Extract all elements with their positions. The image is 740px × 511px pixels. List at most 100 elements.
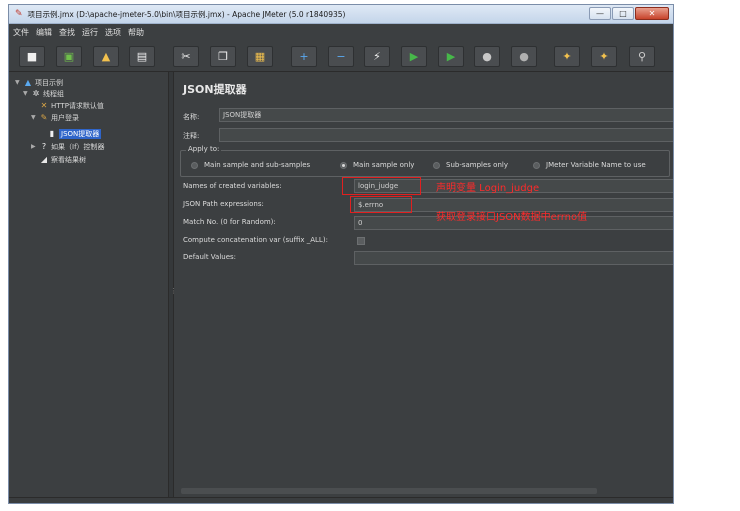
tree-node[interactable]: ▮ JSON提取器 xyxy=(39,128,102,139)
tree-node[interactable]: ▼ ✎ 用户登录 xyxy=(31,112,79,123)
tree-node[interactable]: ✕ HTTP请求默认值 xyxy=(31,100,104,111)
test-plan-icon: ▲ xyxy=(24,78,32,87)
extractor-icon: ▮ xyxy=(49,129,55,138)
tree-node-label: 用户登录 xyxy=(51,113,79,122)
paste-icon: ▦ xyxy=(254,50,266,63)
start-icon: ▶ xyxy=(409,50,419,63)
highlight-json-path xyxy=(350,196,412,213)
sampler-icon: ✎ xyxy=(40,113,48,122)
title-bar: ✎ 项目示例.jmx (D:\apache-jmeter-5.0\bin\项目示… xyxy=(9,5,673,24)
expanded-arrow-icon[interactable]: ▼ xyxy=(15,79,23,86)
start-button[interactable]: ▶ xyxy=(401,46,427,67)
json-extractor-panel: JSON提取器 名称: JSON提取器 注释: Apply to: Main s… xyxy=(174,72,673,503)
expanded-arrow-icon[interactable]: ▼ xyxy=(31,114,39,121)
tree-node-label: 如果（If）控制器 xyxy=(51,142,105,151)
shutdown-icon: ● xyxy=(519,50,529,63)
menu-file[interactable]: 文件 xyxy=(13,27,29,38)
radio-sub-only[interactable]: Sub-samples only xyxy=(433,161,508,169)
tree-node-label: JSON提取器 xyxy=(59,128,102,139)
copy-button[interactable]: ❐ xyxy=(210,46,236,67)
thread-group-icon: ✲ xyxy=(32,89,40,98)
templates-button[interactable]: ▣ xyxy=(56,46,82,67)
default-values-label: Default Values: xyxy=(183,253,237,261)
panel-title: JSON提取器 xyxy=(183,83,247,96)
var-names-label: Names of created variables: xyxy=(183,182,282,190)
jmeter-feather-icon: ✎ xyxy=(15,9,23,19)
tree-node-label: HTTP请求默认值 xyxy=(51,101,104,110)
maximize-button[interactable]: □ xyxy=(612,7,634,20)
default-values-field[interactable] xyxy=(354,251,673,265)
search-icon: ⚲ xyxy=(637,50,647,63)
start-no-pauses-button[interactable]: ▶ xyxy=(438,46,464,67)
expanded-arrow-icon[interactable]: ▼ xyxy=(23,90,31,97)
tree-node[interactable]: ▶? 如果（If）控制器 xyxy=(31,141,105,152)
name-field[interactable]: JSON提取器 xyxy=(219,108,673,122)
horizontal-scrollbar[interactable] xyxy=(181,488,597,494)
if-controller-icon: ? xyxy=(41,142,47,151)
radio-unchecked-icon[interactable] xyxy=(191,161,198,169)
json-path-label: JSON Path expressions: xyxy=(183,200,264,208)
collapse-button[interactable]: − xyxy=(328,46,354,67)
radio-main-and-sub[interactable]: Main sample and sub-samples xyxy=(191,161,310,169)
shutdown-button[interactable]: ● xyxy=(511,46,537,67)
new-icon: ■ xyxy=(26,50,38,63)
menu-options[interactable]: 选项 xyxy=(105,27,121,38)
toggle-button[interactable]: ⚡ xyxy=(364,46,390,67)
cut-icon: ✂ xyxy=(181,50,191,63)
radio-main-only-label: Main sample only xyxy=(353,161,415,169)
config-element-icon: ✕ xyxy=(40,101,48,110)
name-label: 名称: xyxy=(183,113,200,121)
search-button[interactable]: ⚲ xyxy=(629,46,655,67)
new-button[interactable]: ■ xyxy=(19,46,45,67)
comments-field[interactable] xyxy=(219,128,673,142)
tree-node[interactable]: ◢ 察看结果树 xyxy=(31,154,86,165)
radio-unchecked-icon[interactable] xyxy=(533,161,540,169)
concat-checkbox[interactable] xyxy=(357,237,365,245)
tree-node[interactable]: ▼ ✲ 线程组 xyxy=(23,88,64,99)
expand-button[interactable]: + xyxy=(291,46,317,67)
clear-all-button[interactable]: ✦ xyxy=(591,46,617,67)
stop-button[interactable]: ● xyxy=(474,46,500,67)
radio-unchecked-icon[interactable] xyxy=(433,161,440,169)
listener-icon: ◢ xyxy=(40,155,48,164)
tree-node-label: 察看结果树 xyxy=(51,155,86,164)
clear-button[interactable]: ✦ xyxy=(554,46,580,67)
collapsed-arrow-icon[interactable]: ▶ xyxy=(31,143,39,150)
close-button[interactable]: ✕ xyxy=(635,7,669,20)
radio-checked-icon[interactable] xyxy=(340,161,347,169)
radio-jmeter-variable[interactable]: JMeter Variable Name to use xyxy=(533,161,646,169)
toggle-icon: ⚡ xyxy=(373,50,381,63)
save-button[interactable]: ▤ xyxy=(129,46,155,67)
menu-run[interactable]: 运行 xyxy=(82,27,98,38)
toolbar: ■ ▣ ▲ ▤ ✂ ❐ ▦ + − ⚡ ▶ ▶ ● ● ✦ ✦ ⚲ xyxy=(9,40,673,72)
save-icon: ▤ xyxy=(136,50,148,63)
test-plan-tree: ▼ ▲ 项目示例 ▼ ✲ 线程组 ✕ HTTP请求默认值 ▼ ✎ 用户登录 ▮ JSON提取器 ▶? 如果（… xyxy=(9,72,168,503)
templates-icon: ▣ xyxy=(63,50,75,63)
menu-search[interactable]: 查找 xyxy=(59,27,75,38)
cut-button[interactable]: ✂ xyxy=(173,46,199,67)
concat-label: Compute concatenation var (suffix _ALL): xyxy=(183,236,328,244)
tree-node-label: 线程组 xyxy=(43,89,64,98)
window-controls: — □ ✕ xyxy=(589,7,669,20)
radio-main-and-sub-label: Main sample and sub-samples xyxy=(204,161,311,169)
paste-button[interactable]: ▦ xyxy=(247,46,273,67)
expand-icon: + xyxy=(299,50,309,63)
menu-bar: 文件 编辑 查找 运行 选项 帮助 xyxy=(9,24,673,40)
open-icon: ▲ xyxy=(101,50,111,63)
tree-node[interactable]: ▼ ▲ 项目示例 xyxy=(15,77,63,88)
apply-to-group: Apply to: Main sample and sub-samples Ma… xyxy=(180,145,670,177)
start-no-pauses-icon: ▶ xyxy=(446,50,456,63)
apply-to-legend: Apply to: xyxy=(186,145,222,153)
jmeter-window: ✎ 项目示例.jmx (D:\apache-jmeter-5.0\bin\项目示… xyxy=(8,4,674,504)
menu-help[interactable]: 帮助 xyxy=(128,27,144,38)
minimize-button[interactable]: — xyxy=(589,7,611,20)
clear-all-icon: ✦ xyxy=(599,50,609,63)
menu-edit[interactable]: 编辑 xyxy=(36,27,52,38)
status-strip xyxy=(9,497,673,503)
radio-sub-only-label: Sub-samples only xyxy=(446,161,508,169)
open-button[interactable]: ▲ xyxy=(93,46,119,67)
stop-icon: ● xyxy=(482,50,492,63)
tree-node-label: 项目示例 xyxy=(35,78,63,87)
radio-main-only[interactable]: Main sample only xyxy=(340,161,414,169)
annotation-declare-variable: 声明变量 Login_judge xyxy=(436,183,540,194)
